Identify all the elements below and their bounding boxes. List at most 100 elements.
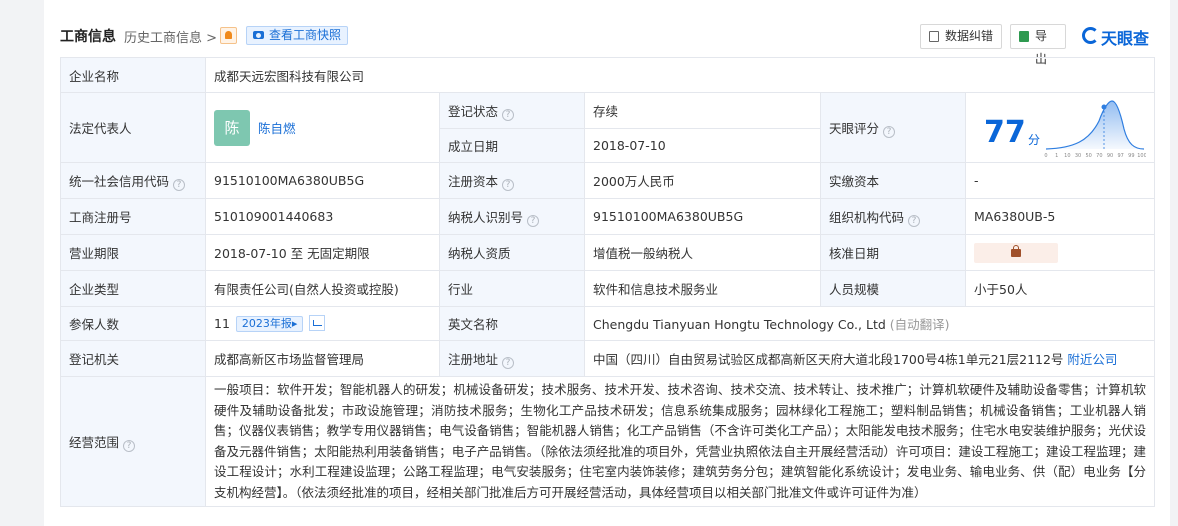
nearby-companies-link[interactable]: 附近公司 [1067, 352, 1117, 367]
table-row: 登记机关 成都高新区市场监督管理局 注册地址? 中国（四川）自由贸易试验区成都高… [60, 340, 1156, 377]
export-button[interactable]: 导出 [1010, 24, 1066, 66]
history-info-link[interactable]: 历史工商信息 > [124, 27, 217, 46]
english-name-label: 英文名称 [439, 306, 585, 341]
credit-code-label-text: 统一社会信用代码 [69, 173, 170, 189]
score-distribution-chart: 0 1 10 30 50 70 90 97 99 100 [1044, 100, 1146, 159]
score-axis-tick: 30 [1075, 153, 1081, 159]
taxpayer-qual-value: 增值税一般纳税人 [584, 234, 821, 271]
company-type-label: 企业类型 [60, 270, 206, 307]
trend-chart-icon[interactable] [309, 315, 326, 331]
address-cell: 中国（四川）自由贸易试验区成都高新区天府大道北段1700号4栋1单元21层211… [583, 340, 1156, 377]
english-name-cell: Chengdu Tianyuan Hongtu Technology Co., … [583, 306, 1156, 341]
help-icon[interactable]: ? [173, 178, 186, 191]
annual-report-badge[interactable]: 2023年报▸ [235, 316, 304, 332]
company-type-value: 有限责任公司(自然人投资或控股) [205, 270, 440, 307]
section-header: 工商信息 历史工商信息 > 查看工商快照 数据纠错 导出 天眼查 [60, 22, 1156, 66]
logo-eye-icon [1082, 27, 1099, 44]
business-info-table: 企业名称 成都天远宏图科技有限公司 法定代表人 陈陈自燃 登记状态? 存续 天眼… [60, 57, 1156, 507]
industry-label: 行业 [439, 270, 585, 307]
snapshot-button[interactable]: 查看工商快照 [246, 26, 349, 45]
org-code-value: MA6380UB-5 [964, 198, 1156, 235]
excel-icon [1019, 31, 1029, 42]
paid-capital-value: - [964, 162, 1156, 199]
data-correct-button[interactable]: 数据纠错 [920, 24, 1002, 49]
score-axis-tick: 97 [1117, 153, 1123, 159]
section-title: 工商信息 [60, 29, 116, 45]
paid-capital-label: 实缴资本 [820, 162, 966, 199]
reg-no-value: 510109001440683 [205, 198, 440, 235]
score-axis-tick: 1 [1055, 153, 1058, 159]
table-row: 企业名称 成都天远宏图科技有限公司 [60, 57, 1156, 93]
lock-icon [1011, 244, 1021, 257]
reg-capital-label-text: 注册资本 [448, 173, 499, 189]
snapshot-label: 查看工商快照 [269, 28, 342, 42]
est-date-label: 成立日期 [439, 128, 585, 163]
logo-text: 天眼查 [1101, 29, 1150, 48]
table-row: 法定代表人 陈陈自燃 登记状态? 存续 天眼评分? 77 分 0 1 10 30… [60, 92, 1156, 163]
legal-rep-cell: 陈陈自燃 [205, 92, 440, 163]
org-code-label-text: 组织机构代码 [829, 209, 905, 225]
reg-capital-label: 注册资本? [439, 162, 585, 199]
help-icon[interactable]: ? [502, 356, 515, 369]
credit-code-value: 91510100MA6380UB5G [205, 162, 440, 199]
insured-cell: 11 2023年报▸ [205, 306, 440, 341]
scope-label: 经营范围? [60, 376, 206, 507]
table-row: 企业类型 有限责任公司(自然人投资或控股) 行业 软件和信息技术服务业 人员规模… [60, 270, 1156, 307]
authority-label: 登记机关 [60, 340, 206, 377]
taxpayer-id-label: 纳税人识别号? [439, 198, 585, 235]
company-name-label: 企业名称 [60, 57, 206, 93]
tianyancha-logo: 天眼查 [1082, 24, 1156, 48]
est-date-value: 2018-07-10 [584, 128, 821, 163]
table-row: 经营范围? 一般项目：软件开发；智能机器人的研发；机械设备研发；技术服务、技术开… [60, 376, 1156, 507]
approve-date-label: 核准日期 [820, 234, 966, 271]
english-name-value: Chengdu Tianyuan Hongtu Technology Co., … [593, 317, 886, 332]
score-label-text: 天眼评分 [829, 120, 880, 136]
insured-label: 参保人数 [60, 306, 206, 341]
avatar[interactable]: 陈 [214, 109, 250, 146]
score-unit: 分 [1028, 133, 1041, 147]
camera-icon [253, 31, 264, 39]
help-icon[interactable]: ? [908, 214, 921, 227]
industry-value: 软件和信息技术服务业 [584, 270, 821, 307]
legal-rep-name-link[interactable]: 陈自燃 [258, 121, 296, 136]
company-name-value: 成都天远宏图科技有限公司 [204, 57, 1156, 93]
table-row: 统一社会信用代码? 91510100MA6380UB5G 注册资本? 2000万… [60, 162, 1156, 199]
score-axis-tick: 0 [1044, 153, 1047, 159]
staff-size-value: 小于50人 [964, 270, 1156, 307]
term-value: 2018-07-10 至 无固定期限 [205, 234, 440, 271]
help-icon[interactable]: ? [502, 178, 515, 191]
business-info-card: 工商信息 历史工商信息 > 查看工商快照 数据纠错 导出 天眼查 企业名称 成都… [44, 0, 1170, 526]
legal-rep-label: 法定代表人 [60, 92, 206, 163]
term-label: 营业期限 [60, 234, 206, 271]
help-icon[interactable]: ? [123, 439, 136, 452]
score-axis-tick: 90 [1107, 153, 1113, 159]
help-icon[interactable]: ? [527, 214, 540, 227]
score-axis-tick: 70 [1096, 153, 1102, 159]
score-axis-tick: 100 [1137, 153, 1146, 159]
score-axis-tick: 10 [1064, 153, 1070, 159]
scope-value: 一般项目：软件开发；智能机器人的研发；机械设备研发；技术服务、技术开发、技术咨询… [204, 376, 1156, 507]
authority-value: 成都高新区市场监督管理局 [205, 340, 440, 377]
score-label: 天眼评分? [820, 92, 966, 163]
help-icon[interactable]: ? [502, 108, 515, 121]
score-value: 77 [984, 115, 1026, 150]
taxpayer-qual-label: 纳税人资质 [439, 234, 585, 271]
address-value: 中国（四川）自由贸易试验区成都高新区天府大道北段1700号4栋1单元21层211… [593, 352, 1064, 367]
bell-icon[interactable] [220, 27, 237, 44]
reg-status-label-text: 登记状态 [448, 103, 499, 119]
table-row: 参保人数 11 2023年报▸ 英文名称 Chengdu Tianyuan Hon… [60, 306, 1156, 341]
insured-value: 11 [214, 316, 230, 331]
credit-code-label: 统一社会信用代码? [60, 162, 206, 199]
reg-no-label: 工商注册号 [60, 198, 206, 235]
locked-value[interactable] [974, 242, 1058, 263]
help-icon[interactable]: ? [883, 125, 896, 138]
approve-date-cell [964, 234, 1156, 271]
org-code-label: 组织机构代码? [820, 198, 966, 235]
taxpayer-id-label-text: 纳税人识别号 [448, 209, 524, 225]
reg-capital-value: 2000万人民币 [584, 162, 821, 199]
score-cell[interactable]: 77 分 0 1 10 30 50 70 90 97 99 100 [964, 92, 1156, 163]
data-correct-label: 数据纠错 [945, 29, 994, 43]
edit-doc-icon [929, 31, 939, 42]
reg-status-value: 存续 [584, 92, 821, 129]
auto-translate-note: (自动翻译) [889, 317, 950, 332]
